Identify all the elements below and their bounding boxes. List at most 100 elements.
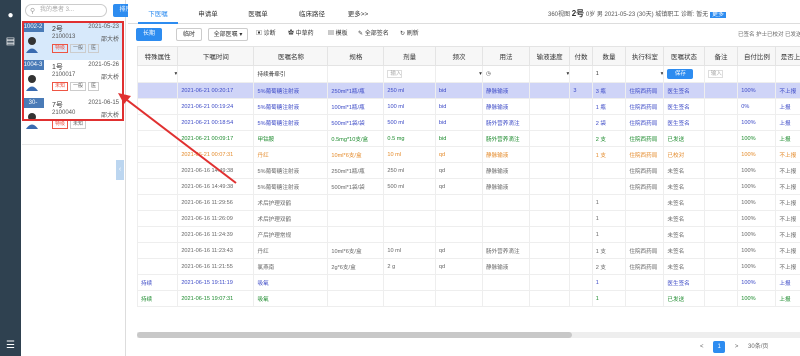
tab-0[interactable]: 下医嘱	[138, 5, 178, 24]
table-cell: 上报	[775, 130, 800, 147]
tab-2[interactable]: 医嘱单	[238, 5, 278, 24]
column-header[interactable]: 数量	[591, 46, 627, 66]
order-name-input[interactable]: 持续骨牵引	[253, 65, 329, 83]
table-cell	[327, 194, 385, 211]
table-row[interactable]: 2021-06-16 11:23:43 丹红 10ml*6支/盒 10 ml qd 肠外营…	[137, 242, 800, 259]
all-orders-select[interactable]: 全部医嘱 ▾	[208, 28, 248, 41]
menu-icon[interactable]: ☰	[4, 340, 17, 351]
patient-name: 2号	[52, 26, 63, 33]
column-header[interactable]: 是否上报	[775, 46, 800, 66]
column-header[interactable]: 付数	[569, 46, 593, 66]
table-row[interactable]: 2021-06-16 11:24:39产后护理常规1未签名100%不上报是	[137, 226, 800, 243]
page-number[interactable]: 1	[713, 341, 726, 353]
table-cell: 250ml*1瓶/瓶	[327, 162, 385, 179]
scroll-thumb[interactable]	[137, 332, 572, 338]
horizontal-scrollbar[interactable]	[137, 332, 800, 338]
table-row[interactable]: 持续2021-06-15 19:11:19吸氧1医生签名100%上报是	[137, 274, 800, 291]
table-cell: 医生签名	[663, 82, 705, 99]
dose-input[interactable]: 输入	[383, 65, 436, 83]
dept-select[interactable]: ▾	[625, 65, 665, 83]
remark-placeholder: 输入	[707, 69, 723, 78]
table-cell: 100%	[737, 178, 777, 195]
user-icon[interactable]: ●	[4, 10, 17, 21]
sign-all-button[interactable]: ✎ 全部签名	[358, 28, 389, 41]
attr-select[interactable]: ▾	[137, 65, 179, 83]
table-row[interactable]: 2021-06-21 00:09:17 甲钴胺 0.5mg*10支/盒 0.5 mg b…	[137, 130, 800, 147]
patient-card[interactable]: 30-1001 7号 2021-06-15 2100040 邵大桥 特级 未知	[22, 98, 122, 145]
doctor-name: 邵大桥	[100, 113, 119, 119]
table-cell: 未签名	[663, 178, 705, 195]
long-term-button[interactable]: 长期	[136, 28, 162, 41]
tab-4[interactable]: 更多>>	[338, 5, 378, 24]
table-cell: 1	[591, 210, 627, 227]
table-cell: 上报	[775, 290, 800, 307]
herb-button[interactable]: ✿ 中草药	[288, 28, 314, 41]
table-row[interactable]: 2021-06-21 00:07:31 丹红 10ml*6支/盒 10 ml qd 静脉输…	[137, 146, 800, 163]
column-header[interactable]: 规格	[327, 46, 385, 66]
table-cell	[137, 258, 179, 275]
page-size-select[interactable]: 30条/页	[748, 344, 768, 350]
temporary-button[interactable]: 临时	[176, 28, 202, 41]
save-button[interactable]: 保存	[667, 69, 694, 79]
table-row[interactable]: 持续2021-06-15 19:07:31吸氧1已发送100%上报是	[137, 290, 800, 307]
next-page-button[interactable]: >	[735, 344, 739, 350]
table-row[interactable]: 2021-06-16 14:49:38 5%葡萄糖注射液 500ml*1袋/袋 500…	[137, 178, 800, 195]
template-button[interactable]: ▤ 模板	[328, 28, 348, 41]
refresh-button[interactable]: ↻ 刷新	[400, 28, 419, 41]
freq-select[interactable]: ▾	[434, 65, 483, 83]
table-cell	[137, 114, 179, 131]
table-cell	[529, 194, 571, 211]
table-row[interactable]: 2021-06-16 14:49:38 5%葡萄糖注射液 250ml*1瓶/瓶 250…	[137, 162, 800, 179]
prev-page-button[interactable]: <	[700, 344, 704, 350]
speed-select[interactable]: ▾	[529, 65, 571, 83]
column-header[interactable]: 下嘱时间	[177, 46, 255, 66]
table-cell: 500 ml	[383, 178, 436, 195]
collapse-panel-button[interactable]: ‹	[116, 160, 124, 180]
table-cell	[703, 242, 739, 259]
hospital-view-label[interactable]: 360视图	[548, 12, 570, 18]
remark-input[interactable]: 输入	[703, 65, 739, 83]
save-cell: 保存	[663, 65, 705, 83]
table-cell: 已发送	[663, 290, 705, 307]
table-cell	[569, 226, 593, 243]
column-header[interactable]: 用法	[481, 46, 531, 66]
table-row[interactable]: 2021-06-16 11:26:09术后护理双鹤1未签名100%不上报是	[137, 210, 800, 227]
tab-3[interactable]: 临床路径	[288, 5, 336, 24]
table-cell: 不上报	[775, 82, 800, 99]
tag-badge: 未知	[52, 82, 69, 91]
patient-age: 0岁	[585, 12, 596, 18]
table-cell: 丹红	[253, 242, 329, 259]
diagnose-button[interactable]: ▣ 诊断	[256, 28, 276, 41]
tab-1[interactable]: 申请单	[188, 5, 228, 24]
table-row[interactable]: 2021-06-16 11:21:55 氯燕南 2g*6支/盒 2 g qd 静脉输液 2 …	[137, 258, 800, 275]
patient-search-input[interactable]: ⚲ 我的患者 3...	[25, 4, 107, 17]
column-header[interactable]: 医嘱名称	[253, 46, 329, 66]
column-header[interactable]: 备注	[703, 46, 739, 66]
table-row[interactable]: 2021-06-16 11:29:56术后护理双鹤1未签名100%不上报是	[137, 194, 800, 211]
column-header[interactable]: 自付比例	[737, 46, 777, 66]
table-cell: 上报	[775, 274, 800, 291]
column-header[interactable]: 医嘱状态	[663, 46, 705, 66]
qty-input[interactable]: 1	[591, 65, 627, 83]
table-cell: 250ml*1瓶/瓶	[327, 82, 385, 99]
table-cell: 医生签名	[663, 98, 705, 115]
table-row[interactable]: 2021-06-21 00:18:54 5%葡萄糖注射液 500ml*1袋/袋 500…	[137, 114, 800, 131]
column-header[interactable]: 特殊属性	[137, 46, 179, 66]
usage-select[interactable]: ◷	[481, 65, 531, 83]
layout-icon[interactable]: ▤	[4, 36, 17, 47]
table-row[interactable]: 2021-06-21 00:19:24 5%葡萄糖注射液 100ml*1瓶/瓶 100…	[137, 98, 800, 115]
column-header[interactable]: 输液速度	[529, 46, 571, 66]
doctor-name: 邵大桥	[100, 75, 119, 81]
table-row[interactable]: 2021-06-21 00:20:17 5%葡萄糖注射液 250ml*1瓶/瓶 250…	[137, 82, 800, 99]
table-cell	[569, 178, 593, 195]
table-cell	[137, 98, 179, 115]
table-cell: 术后护理双鹤	[253, 194, 329, 211]
admit-date: 2021-05-23	[604, 12, 636, 18]
column-header[interactable]: 剂量	[383, 46, 436, 66]
table-cell: 100ml*1瓶/瓶	[327, 98, 385, 115]
column-header[interactable]: 频次	[434, 46, 483, 66]
table-cell	[383, 290, 436, 307]
table-cell: 2021-06-21 00:09:17	[177, 130, 255, 147]
column-header[interactable]: 执行科室	[625, 46, 665, 66]
more-button[interactable]: 更多	[709, 12, 726, 18]
